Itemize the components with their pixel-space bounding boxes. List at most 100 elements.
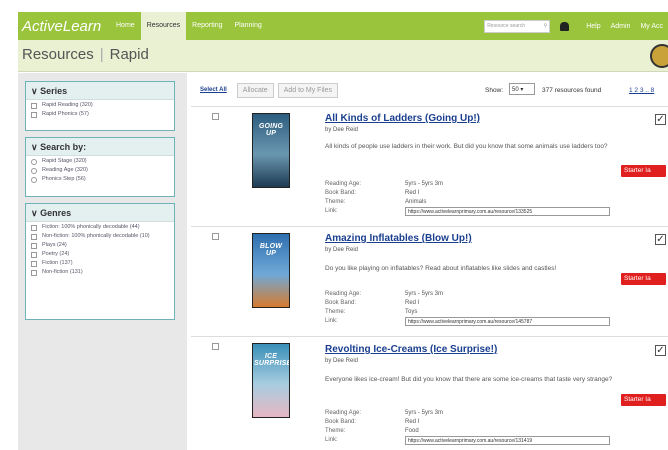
search-icon[interactable]: ⚲	[544, 23, 548, 29]
allocate-button[interactable]: Allocate	[236, 82, 274, 98]
filter-label: Non-fiction: 100% phonically decodable (…	[42, 233, 150, 239]
checkbox[interactable]	[31, 234, 37, 240]
checkbox[interactable]	[31, 112, 37, 118]
filter-label: Reading Age (320)	[42, 167, 88, 173]
theme-label: Theme:	[325, 199, 346, 205]
nav-tab-planning[interactable]: Planning	[229, 12, 268, 40]
filter-item[interactable]: Reading Age (320)	[31, 167, 169, 174]
activelearn-logo[interactable]: ActiveLearn	[22, 18, 110, 35]
filter-item[interactable]: Non-fiction: 100% phonically decodable (…	[31, 233, 169, 240]
theme-label: Theme:	[325, 309, 346, 315]
page-header: Resources | Rapid	[18, 40, 668, 72]
page-title: Resources | Rapid	[22, 46, 149, 63]
resource-author: by Dee Reid	[325, 247, 359, 253]
filter-label: Fiction (137)	[42, 260, 73, 266]
bell-icon[interactable]	[560, 21, 570, 31]
resource-link-field[interactable]: https://www.activelearnprimary.com.au/re…	[405, 207, 610, 216]
radio-button[interactable]	[31, 168, 37, 174]
reading-age-value: 5yrs - 5yrs 3m	[405, 410, 444, 416]
filter-item[interactable]: Non-fiction (131)	[31, 269, 169, 276]
show-per-page-value: 50	[512, 87, 519, 93]
genres-panel-title[interactable]: ∨ Genres	[26, 204, 174, 222]
checkbox[interactable]	[31, 225, 37, 231]
nav-tab-home[interactable]: Home	[110, 12, 141, 40]
link-label: Link:	[325, 208, 338, 214]
resource-link-field[interactable]: https://www.activelearnprimary.com.au/re…	[405, 436, 610, 445]
resource-author: by Dee Reid	[325, 358, 359, 364]
search-by-panel: ∨ Search by: Rapid Stage (320) Reading A…	[25, 137, 175, 197]
cover-title: BLOW UP	[259, 243, 283, 257]
nav-tab-resources[interactable]: Resources	[140, 12, 187, 40]
resource-title-link[interactable]: Revolting Ice-Creams (Ice Surprise!)	[325, 344, 497, 355]
filter-item[interactable]: Rapid Stage (320)	[31, 158, 169, 165]
book-band-label: Book Band:	[325, 190, 357, 196]
book-cover-image[interactable]: BLOW UP	[252, 233, 290, 308]
allocated-checkmark-icon[interactable]: ✓	[655, 234, 666, 245]
allocated-checkmark-icon[interactable]: ✓	[655, 345, 666, 356]
genres-panel: ∨ Genres Fiction: 100% phonically decoda…	[25, 203, 175, 320]
starter-badge[interactable]: Starter Ia	[621, 394, 666, 406]
search-by-panel-title[interactable]: ∨ Search by:	[26, 138, 174, 156]
starter-badge[interactable]: Starter Ia	[621, 165, 666, 177]
result-checkbox[interactable]	[212, 113, 219, 120]
resource-title-link[interactable]: All Kinds of Ladders (Going Up!)	[325, 113, 480, 124]
theme-value: Toys	[405, 309, 418, 315]
resource-author: by Dee Reid	[325, 127, 359, 133]
filter-label: Rapid Phonics (57)	[42, 111, 89, 117]
pagination[interactable]: 1 2 3 .. 8	[629, 87, 654, 94]
filter-item[interactable]: Phonics Step (56)	[31, 176, 169, 183]
filter-label: Rapid Stage (320)	[42, 158, 87, 164]
reading-age-value: 5yrs - 5yrs 3m	[405, 181, 444, 187]
nav-link-my-account[interactable]: My Acc	[640, 23, 663, 30]
book-band-label: Book Band:	[325, 300, 357, 306]
radio-button[interactable]	[31, 159, 37, 165]
starter-badge[interactable]: Starter Ia	[621, 273, 666, 285]
book-cover-image[interactable]: ICE SURPRISE	[252, 343, 290, 418]
book-cover-image[interactable]: GOING UP	[252, 113, 290, 188]
checkbox[interactable]	[31, 103, 37, 109]
genres-title-text: Genres	[40, 208, 72, 218]
nav-tab-reporting[interactable]: Reporting	[186, 12, 228, 40]
filter-item[interactable]: Poetry (24)	[31, 251, 169, 258]
filter-item[interactable]: Fiction: 100% phonically decodable (44)	[31, 224, 169, 231]
filter-item[interactable]: Rapid Phonics (57)	[31, 111, 169, 118]
resource-link-field[interactable]: https://www.activelearnprimary.com.au/re…	[405, 317, 610, 326]
chevron-down-icon: ▾	[520, 87, 524, 93]
select-all-link[interactable]: Select All	[200, 87, 227, 93]
resource-search-input[interactable]: Resource search ⚲	[484, 19, 551, 33]
app: ActiveLearn Home Resources Reporting Pla…	[0, 0, 668, 450]
filter-label: Fiction: 100% phonically decodable (44)	[42, 224, 140, 230]
theme-value: Food	[405, 428, 419, 434]
filter-item[interactable]: Rapid Reading (320)	[31, 102, 169, 109]
results-toolbar: Select All Allocate Add to My Files Show…	[191, 79, 668, 101]
checkbox[interactable]	[31, 252, 37, 258]
checkbox[interactable]	[31, 270, 37, 276]
show-per-page-select[interactable]: 50 ▾	[509, 83, 535, 95]
checkbox[interactable]	[31, 243, 37, 249]
series-panel: ∨ Series Rapid Reading (320) Rapid Phoni…	[25, 81, 175, 131]
filter-label: Rapid Reading (320)	[42, 102, 93, 108]
reading-age-label: Reading Age:	[325, 410, 362, 416]
filter-item[interactable]: Plays (24)	[31, 242, 169, 249]
radio-button[interactable]	[31, 177, 37, 183]
reading-age-label: Reading Age:	[325, 291, 362, 297]
nav-link-admin[interactable]: Admin	[611, 23, 631, 30]
allocated-checkmark-icon[interactable]: ✓	[655, 114, 666, 125]
title-separator: |	[99, 46, 104, 63]
nav-link-help[interactable]: Help	[586, 23, 600, 30]
filter-item[interactable]: Fiction (137)	[31, 260, 169, 267]
result-checkbox[interactable]	[212, 233, 219, 240]
resource-result: GOING UP All Kinds of Ladders (Going Up!…	[191, 106, 668, 226]
resource-title-link[interactable]: Amazing Inflatables (Blow Up!)	[325, 233, 472, 244]
result-checkbox[interactable]	[212, 343, 219, 350]
series-panel-title[interactable]: ∨ Series	[26, 82, 174, 100]
cover-title: GOING UP	[258, 123, 284, 137]
top-nav: ActiveLearn Home Resources Reporting Pla…	[18, 12, 668, 40]
book-band-label: Book Band:	[325, 419, 357, 425]
add-to-my-files-button[interactable]: Add to My Files	[277, 82, 338, 98]
results-area: Select All Allocate Add to My Files Show…	[191, 73, 668, 450]
book-band-value: Red I	[405, 190, 420, 196]
checkbox[interactable]	[31, 261, 37, 267]
nav-right: Resource search ⚲ Help Admin My Acc	[484, 12, 668, 40]
resource-result: ICE SURPRISE Revolting Ice-Creams (Ice S…	[191, 336, 668, 450]
